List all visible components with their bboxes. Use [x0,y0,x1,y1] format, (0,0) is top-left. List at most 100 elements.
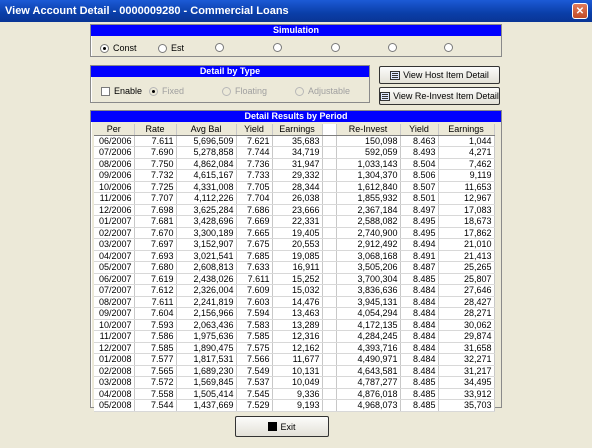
cell-avg-bal: 2,608,813 [176,261,237,274]
cell-reinvest-yield: 8.487 [400,261,439,274]
cell-reinvest-earnings: 12,967 [438,192,495,205]
column-header-avg-bal[interactable]: Avg Bal [176,124,237,136]
table-row[interactable]: 11/2007 7.586 1,975,636 7.585 12,316 4,284,24… [94,330,495,343]
cell-rate: 7.577 [134,353,177,366]
cell-avg-bal: 5,278,858 [176,146,237,159]
table-row[interactable]: 09/2007 7.604 2,156,966 7.594 13,463 4,054,29… [94,307,495,320]
column-header-earnings[interactable]: Earnings [272,124,323,136]
table-row[interactable]: 12/2006 7.698 3,625,284 7.686 23,666 2,367,18… [94,204,495,216]
detail-results-header: Detail Results by Period [91,111,501,122]
radio-dot [331,43,340,52]
cell-gap [322,192,337,205]
type-radio-adjustable[interactable]: Adjustable [295,86,350,96]
cell-avg-bal: 2,063,436 [176,319,237,331]
table-row[interactable]: 03/2007 7.697 3,152,907 7.675 20,553 2,912,49… [94,238,495,251]
table-row[interactable]: 10/2006 7.725 4,331,008 7.705 28,344 1,612,84… [94,181,495,193]
table-row[interactable]: 04/2008 7.558 1,505,414 7.545 9,336 4,876,018… [94,388,495,400]
column-header-gap[interactable] [322,124,337,136]
table-row[interactable]: 01/2008 7.577 1,817,531 7.566 11,677 4,490,97… [94,353,495,366]
cell-reinvest-yield: 8.495 [400,215,439,228]
checkbox-box [101,86,110,96]
table-row[interactable]: 06/2007 7.619 2,438,026 7.611 15,252 3,700,30… [94,273,495,285]
column-header-per[interactable]: Per [94,124,135,136]
cell-reinvest-yield: 8.501 [400,192,439,205]
view-host-item-detail-button[interactable]: View Host Item Detail [379,66,500,84]
cell-per: 02/2007 [94,227,135,239]
close-button[interactable]: ✕ [572,3,588,19]
table-row[interactable]: 06/2006 7.611 5,696,509 7.621 35,683 150,098 8… [94,135,495,147]
cell-yield: 7.704 [236,192,273,205]
cell-gap [322,181,337,193]
cell-avg-bal: 3,152,907 [176,238,237,251]
cell-reinvest-yield: 8.484 [400,365,439,377]
cell-gap [322,250,337,262]
table-row[interactable]: 07/2007 7.612 2,326,004 7.609 15,032 3,836,63… [94,284,495,297]
table-row[interactable]: 08/2006 7.750 4,862,084 7.736 31,947 1,033,14… [94,158,495,170]
exit-icon [268,422,278,431]
cell-gap [322,227,337,239]
cell-rate: 7.697 [134,238,177,251]
view-reinvest-item-detail-label: View Re-Invest Item Detail [393,91,499,101]
type-radio-fixed[interactable]: Fixed [149,86,184,96]
results-table: Per Rate Avg Bal Yield Earnings Re-Invest Yiel… [94,124,495,412]
cell-earnings: 9,193 [272,399,323,412]
cell-gap [322,399,337,412]
enable-label: Enable [114,86,143,96]
cell-reinvest-yield: 8.485 [400,376,439,389]
cell-yield: 7.705 [236,181,273,193]
table-row[interactable]: 03/2008 7.572 1,569,845 7.537 10,049 4,787,27… [94,376,495,389]
type-radio-floating[interactable]: Floating [222,86,267,96]
enable-checkbox[interactable]: Enable [101,86,142,96]
cell-avg-bal: 1,817,531 [176,353,237,366]
cell-rate: 7.585 [134,342,177,354]
column-header-reinvest[interactable]: Re-Invest [336,124,401,136]
cell-avg-bal: 5,696,509 [176,135,237,147]
table-row[interactable]: 04/2007 7.693 3,021,541 7.685 19,085 3,068,16… [94,250,495,262]
cell-avg-bal: 2,438,026 [176,273,237,285]
column-header-yield[interactable]: Yield [236,124,273,136]
cell-avg-bal: 1,437,669 [176,399,237,412]
sim-radio-5[interactable] [331,43,340,52]
sim-radio-est[interactable]: Est [158,43,184,53]
cell-avg-bal: 2,241,819 [176,296,237,308]
table-row[interactable]: 02/2007 7.670 3,300,189 7.665 19,405 2,740,90… [94,227,495,239]
cell-per: 03/2008 [94,376,135,389]
cell-per: 06/2006 [94,135,135,147]
column-header-rate[interactable]: Rate [134,124,177,136]
radio-dot [222,86,231,96]
table-row[interactable]: 12/2007 7.585 1,890,475 7.575 12,162 4,393,71… [94,342,495,354]
table-row[interactable]: 09/2006 7.732 4,615,167 7.733 29,332 1,304,37… [94,169,495,182]
table-row[interactable]: 08/2007 7.611 2,241,819 7.603 14,476 3,945,13… [94,296,495,308]
cell-rate: 7.670 [134,227,177,239]
table-row[interactable]: 07/2006 7.690 5,278,858 7.744 34,719 592,059 8… [94,146,495,159]
sim-radio-7[interactable] [444,43,453,52]
sim-radio-3[interactable] [215,43,224,52]
table-row[interactable]: 02/2008 7.565 1,689,230 7.549 10,131 4,643,58… [94,365,495,377]
cell-rate: 7.750 [134,158,177,170]
cell-reinvest: 2,588,082 [336,215,401,228]
cell-avg-bal: 2,326,004 [176,284,237,297]
column-header-reinvest-yield[interactable]: Yield [400,124,439,136]
cell-earnings: 13,289 [272,319,323,331]
cell-reinvest-yield: 8.507 [400,181,439,193]
cell-gap [322,204,337,216]
table-row[interactable]: 11/2006 7.707 4,112,226 7.704 26,038 1,855,93… [94,192,495,205]
view-reinvest-item-detail-button[interactable]: View Re-Invest Item Detail [379,87,500,105]
cell-gap [322,365,337,377]
table-row[interactable]: 01/2007 7.681 3,428,696 7.669 22,331 2,588,08… [94,215,495,228]
table-row[interactable]: 10/2007 7.593 2,063,436 7.583 13,289 4,172,13… [94,319,495,331]
cell-yield: 7.621 [236,135,273,147]
column-header-reinvest-earnings[interactable]: Earnings [438,124,495,136]
cell-gap [322,388,337,400]
cell-rate: 7.707 [134,192,177,205]
sim-radio-6[interactable] [388,43,397,52]
table-row[interactable]: 05/2008 7.544 1,437,669 7.529 9,193 4,968,073… [94,399,495,412]
table-row[interactable]: 05/2007 7.680 2,608,813 7.633 16,911 3,505,20… [94,261,495,274]
cell-avg-bal: 1,689,230 [176,365,237,377]
exit-button[interactable]: Exit [235,416,329,437]
sim-radio-4[interactable] [273,43,282,52]
cell-reinvest: 3,836,636 [336,284,401,297]
cell-gap [322,261,337,274]
cell-avg-bal: 3,625,284 [176,204,237,216]
sim-radio-const[interactable]: Const [100,43,137,53]
